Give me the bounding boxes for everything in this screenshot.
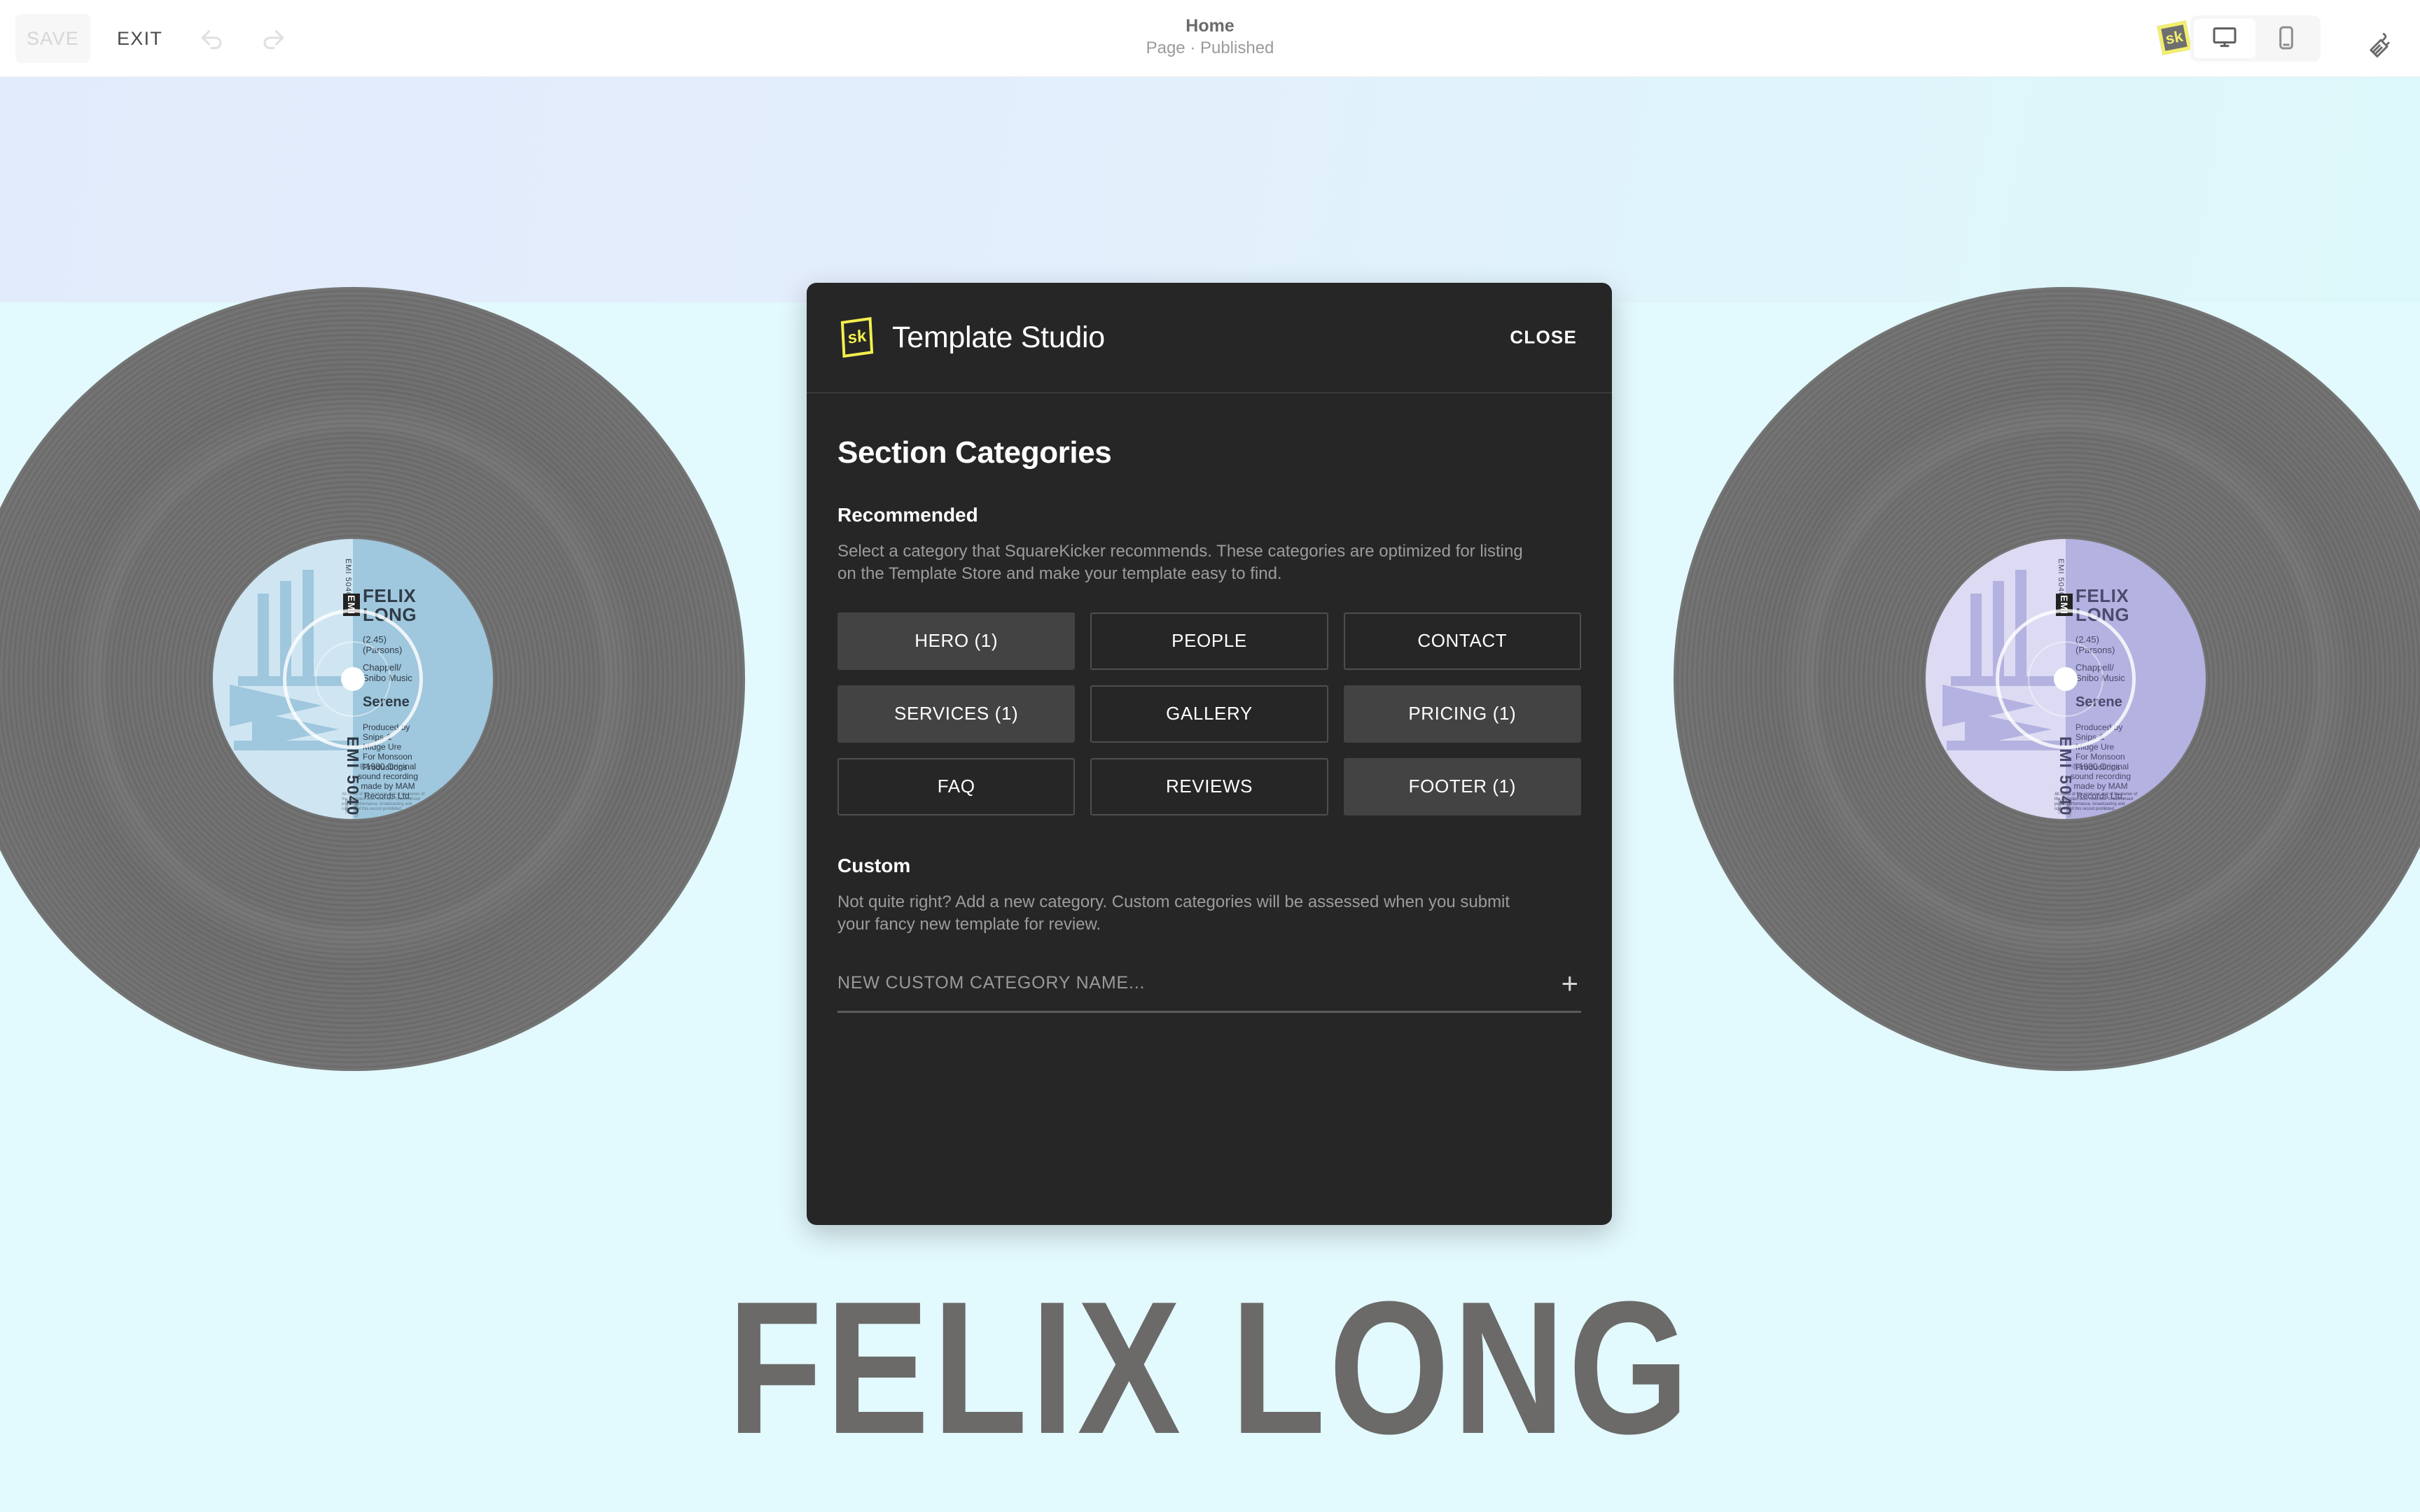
mobile-phone-icon xyxy=(2272,24,2300,54)
section-categories-heading: Section Categories xyxy=(837,435,1112,470)
modal-body: Section Categories Recommended Select a … xyxy=(807,393,1612,1013)
squarekicker-logo-icon: sk xyxy=(2157,20,2192,55)
plus-icon: + xyxy=(1561,966,1578,1000)
page-title: Home xyxy=(1185,16,1235,36)
modal-title: Template Studio xyxy=(892,320,1105,354)
undo-button[interactable] xyxy=(193,18,233,59)
desktop-monitor-icon xyxy=(2211,24,2239,54)
editor-toolbar: SAVE EXIT Home Page · Published sk xyxy=(0,0,2420,77)
redo-arrow-icon xyxy=(257,22,288,55)
custom-description: Not quite right? Add a new category. Cus… xyxy=(837,892,1510,934)
page-status: Page · Published xyxy=(1146,38,1274,57)
record-label-left: EMI 5040B EMI EMI 5040 Made in Gt. Brita… xyxy=(213,539,493,819)
page-title-block: Home Page · Published xyxy=(0,15,2420,59)
viewport-toggle-group xyxy=(2190,15,2321,62)
category-button-people[interactable]: PEOPLE xyxy=(1090,612,1328,670)
label-fine-print: All rights of the producer and of the ow… xyxy=(342,792,425,812)
custom-category-input-row: + xyxy=(837,966,1581,1013)
vinyl-record-right: EMI 5040B EMI EMI 5040 Made in Gt. Brita… xyxy=(1674,287,2420,1071)
template-studio-modal: sk Template Studio CLOSE Section Categor… xyxy=(807,283,1612,1225)
recommended-section: Recommended Select a category that Squar… xyxy=(837,504,1581,816)
category-button-contact[interactable]: CONTACT xyxy=(1343,612,1581,670)
viewport-mobile-button[interactable] xyxy=(2255,19,2317,58)
modal-header: sk Template Studio CLOSE xyxy=(807,283,1612,393)
add-custom-category-button[interactable]: + xyxy=(1558,966,1581,1000)
category-button-services[interactable]: SERVICES (1) xyxy=(837,685,1076,743)
close-button[interactable]: CLOSE xyxy=(1505,321,1581,354)
squarekicker-logo-button[interactable]: sk xyxy=(2154,18,2195,58)
undo-arrow-icon xyxy=(197,22,228,55)
viewport-desktop-button[interactable] xyxy=(2194,19,2255,58)
squarekicker-logo: sk xyxy=(837,316,877,358)
brush-tool-button[interactable] xyxy=(2364,18,2405,58)
category-button-hero[interactable]: HERO (1) xyxy=(837,612,1076,670)
custom-section: Custom Not quite right? Add a new catego… xyxy=(837,855,1581,1013)
label-bar xyxy=(258,594,269,676)
category-button-faq[interactable]: FAQ xyxy=(837,757,1076,816)
paintbrush-icon xyxy=(2369,22,2400,57)
category-button-gallery[interactable]: GALLERY xyxy=(1090,685,1328,743)
label-bar xyxy=(1970,594,1982,676)
category-button-footer[interactable]: FOOTER (1) xyxy=(1343,757,1581,816)
label-spindle-hole xyxy=(341,667,365,691)
save-button[interactable]: SAVE xyxy=(15,14,90,63)
recommended-category-grid: HERO (1) PEOPLE CONTACT SERVICES (1) GAL… xyxy=(837,612,1581,816)
custom-category-input[interactable] xyxy=(837,973,1559,994)
hero-gradient-band xyxy=(0,77,2420,302)
exit-button[interactable]: EXIT xyxy=(109,14,171,63)
label-fine-print: All rights of the producer and of the ow… xyxy=(2054,792,2138,812)
custom-heading: Custom xyxy=(837,854,911,876)
recommended-description: Select a category that SquareKicker reco… xyxy=(837,542,1523,584)
redo-button[interactable] xyxy=(252,18,293,59)
recommended-heading: Recommended xyxy=(837,504,978,526)
category-button-reviews[interactable]: REVIEWS xyxy=(1090,757,1328,816)
page-hero-title: FELIX LONG xyxy=(728,1263,1692,1474)
squarekicker-logo-icon: sk xyxy=(840,316,874,358)
record-label-right: EMI 5040B EMI EMI 5040 Made in Gt. Brita… xyxy=(1926,539,2206,819)
category-button-pricing[interactable]: PRICING (1) xyxy=(1343,685,1581,743)
label-spindle-hole xyxy=(2054,667,2078,691)
